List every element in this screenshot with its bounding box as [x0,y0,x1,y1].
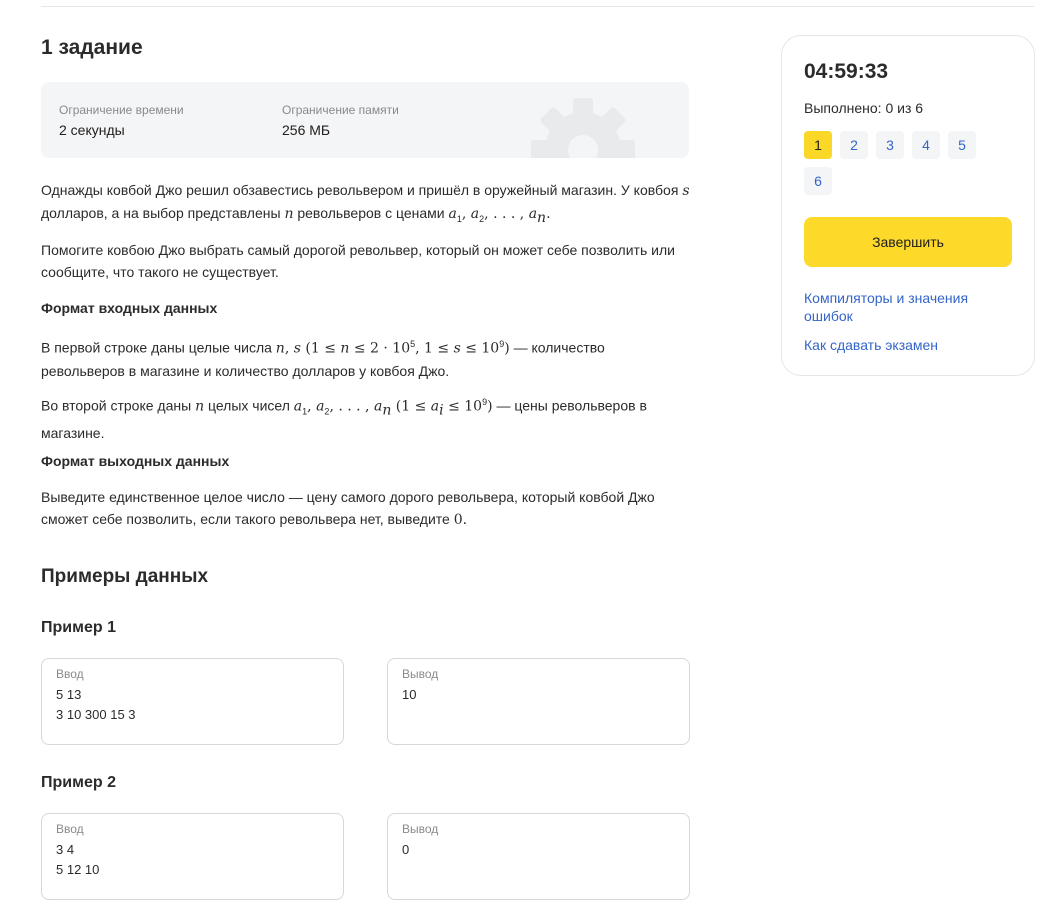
output-label: Вывод [402,667,439,681]
memory-limit: Ограничение памяти 256 МБ [282,103,399,138]
output-format-heading: Формат выходных данных [41,453,230,469]
input-label: Ввод [56,822,84,836]
example-line: 10 [402,687,417,702]
examples-title: Примеры данных [41,566,209,587]
task-button-5[interactable]: 5 [948,131,976,159]
task-title: 1 задание [41,36,143,59]
example-line: 0 [402,842,410,857]
memory-limit-label: Ограничение памяти [282,103,399,117]
exam-sidebar: 04:59:33 Выполнено: 0 из 6 1 2 3 4 5 6 З… [781,35,1035,376]
statement-paragraph-2: Помогите ковбою Джо выбрать самый дорого… [41,242,675,280]
finish-button[interactable]: Завершить [804,217,1012,267]
example-1-input[interactable]: Ввод 5 13 3 10 300 15 3 [41,658,344,745]
example-2-output[interactable]: Вывод 0 [387,813,690,900]
example-2-title: Пример 2 [41,774,116,791]
example-1-title: Пример 1 [41,619,116,636]
example-2-input[interactable]: Ввод 3 4 5 12 10 [41,813,344,900]
time-limit: Ограничение времени 2 секунды [59,103,184,138]
task-button-2[interactable]: 2 [840,131,868,159]
statement-paragraph-4: Во второй строке даны n целых чисел a1, … [41,397,647,442]
statement-paragraph-3: В первой строке даны целые числа n, s (1… [41,339,605,379]
how-to-exam-link[interactable]: Как сдавать экзамен [804,336,1004,354]
output-label: Вывод [402,822,439,836]
task-button-3[interactable]: 3 [876,131,904,159]
input-format-heading: Формат входных данных [41,300,218,316]
example-line: 3 10 300 15 3 [56,707,136,722]
time-limit-label: Ограничение времени [59,103,184,117]
task-button-1[interactable]: 1 [804,131,832,159]
task-button-4[interactable]: 4 [912,131,940,159]
progress-text: Выполнено: 0 из 6 [804,100,924,116]
example-line: 5 12 10 [56,862,100,877]
example-1-output[interactable]: Вывод 10 [387,658,690,745]
statement-paragraph-1: Однажды ковбой Джо решил обзавестись рев… [41,182,690,226]
example-line: 5 13 [56,687,82,702]
gear-icon [531,98,635,158]
countdown-timer: 04:59:33 [804,60,889,83]
top-divider [41,6,1034,7]
task-button-6[interactable]: 6 [804,167,832,195]
time-limit-value: 2 секунды [59,122,125,138]
statement-paragraph-5: Выведите единственное целое число — цену… [41,489,655,528]
compilers-link[interactable]: Компиляторы и значения ошибок [804,289,1004,325]
memory-limit-value: 256 МБ [282,122,331,138]
limits-panel: Ограничение времени 2 секунды Ограничени… [41,82,689,158]
example-line: 3 4 [56,842,75,857]
input-label: Ввод [56,667,84,681]
